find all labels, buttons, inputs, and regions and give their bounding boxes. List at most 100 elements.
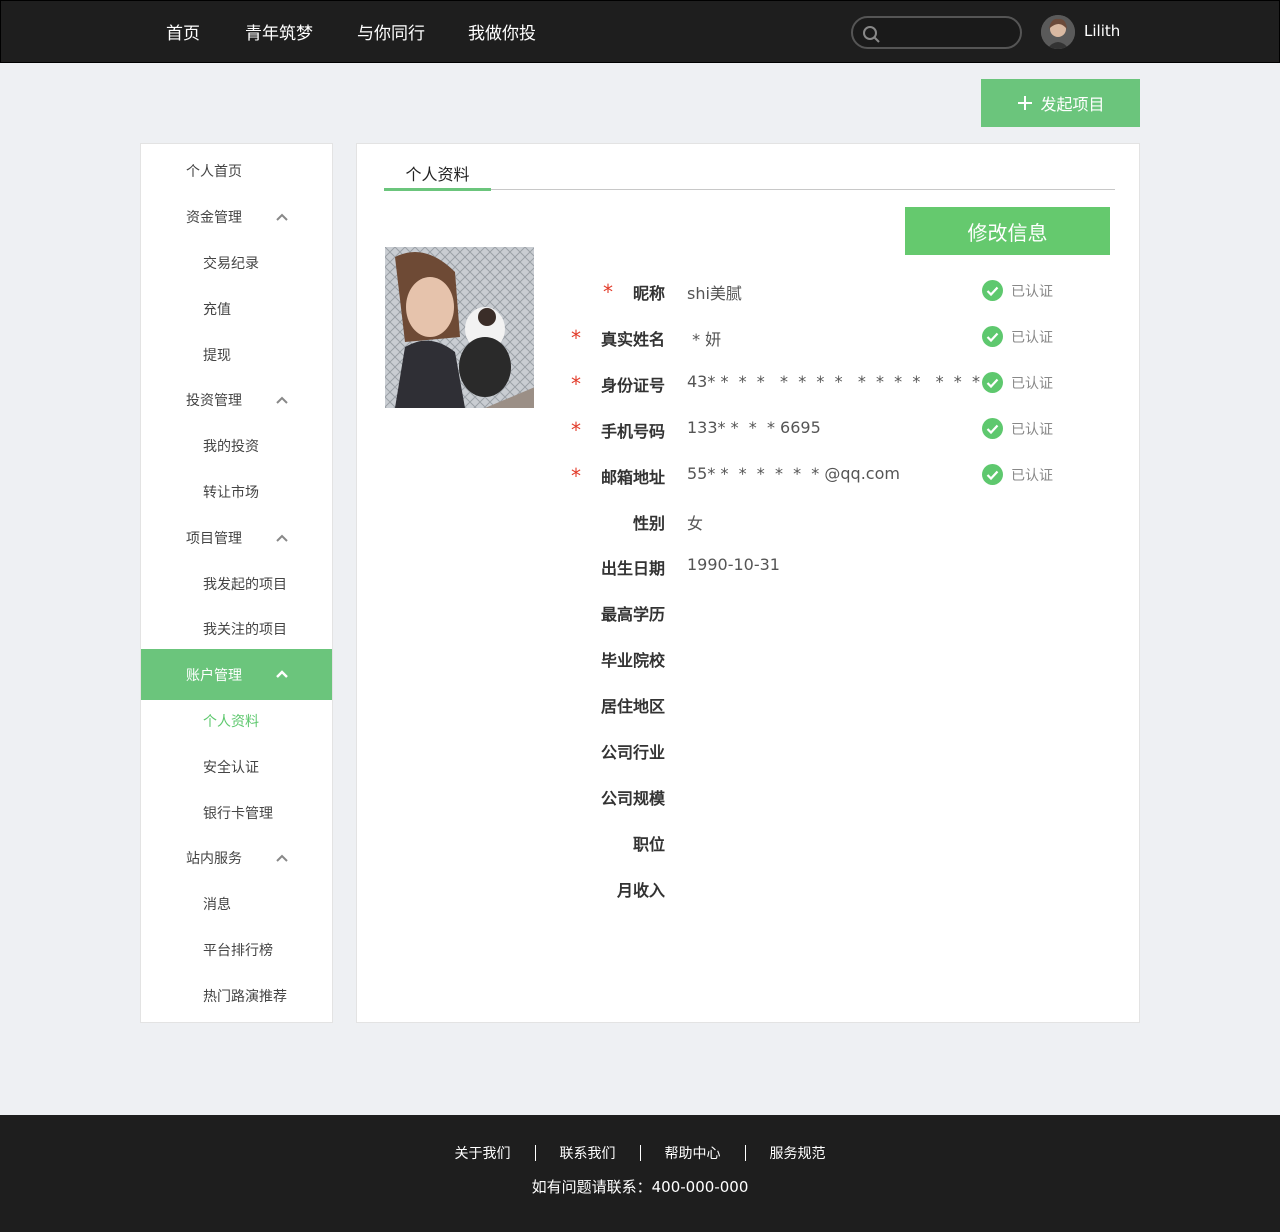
sidebar-item-label: 投资管理 [186,393,242,409]
sidebar-item-security-auth[interactable]: 安全认证 [141,744,332,790]
sidebar-item-label: 转让市场 [203,485,259,501]
profile-field-row: * 手机号码 133* * * * 6695 已认证 [557,414,1117,444]
sidebar-item-label: 个人资料 [203,714,259,730]
profile-field-row: * 真实姓名 * 妍已认证 [557,322,1117,352]
sidebar-item-label: 我的投资 [203,439,259,455]
verified-label: 已认证 [1011,421,1053,438]
sidebar-item-label: 平台排行榜 [203,943,273,959]
profile-field-row: * 邮箱地址 55* * * * * * * @qq.com 已认证 [557,460,1117,490]
verified-label: 已认证 [1011,283,1053,300]
field-label: 居住地区 [600,697,665,716]
sidebar-item-label: 安全认证 [203,760,259,776]
sidebar-item-recharge[interactable]: 充值 [141,286,332,332]
field-value: 43* * * * * * * * * * * * * * * * [687,372,999,391]
sidebar-item-withdraw[interactable]: 提现 [141,332,332,378]
sidebar-item-personal-profile[interactable]: 个人资料 [141,698,332,744]
profile-field-row: * 昵称 shi美腻 已认证 [557,276,1117,306]
launch-project-button[interactable]: 发起项目 [981,79,1140,127]
profile-field-row: 公司行业 [557,735,1117,765]
sidebar-item-messages[interactable]: 消息 [141,881,332,927]
search-icon [863,26,880,43]
sidebar-item-leaderboard[interactable]: 平台排行榜 [141,927,332,973]
profile-field-row: 最高学历 [557,597,1117,627]
chevron-up-icon [276,854,288,862]
field-label: 真实姓名 [600,330,665,349]
field-label: 最高学历 [600,605,665,624]
field-label: 职位 [632,835,665,854]
chevron-up-icon [276,213,288,221]
launch-project-label: 发起项目 [1040,95,1105,114]
contact-info: 如有问题请联系：400-000-000 [531,1178,749,1196]
sidebar-item-personal-home[interactable]: 个人首页 [141,148,332,194]
check-circle-icon [982,372,1003,393]
field-value: 55* * * * * * * @qq.com [687,464,900,483]
profile-field-row: 居住地区 [557,689,1117,719]
nav-home[interactable]: 首页 [166,19,200,44]
sidebar-item-label: 个人首页 [186,164,242,180]
sidebar-item-transactions[interactable]: 交易纪录 [141,240,332,286]
profile-field-row: 毕业院校 [557,643,1117,673]
field-label: 昵称 [632,284,665,303]
footer: 关于我们 联系我们 帮助中心 服务规范 如有问题请联系：400-000-000 [0,1115,1280,1232]
sidebar-item-label: 提现 [203,348,231,364]
sidebar-item-my-launched-projects[interactable]: 我发起的项目 [141,561,332,607]
edit-info-button[interactable]: 修改信息 [905,207,1110,255]
chevron-up-icon [276,396,288,404]
avatar[interactable] [1041,15,1075,49]
field-value: * 妍 [687,330,722,349]
nav-walk-with-you[interactable]: 与你同行 [357,19,425,44]
sidebar-item-transfer-market[interactable]: 转让市场 [141,469,332,515]
profile-field-row: * 身份证号 43* * * * * * * * * * * * * * * * 已认… [557,368,1117,398]
verified-label: 已认证 [1011,329,1053,346]
verified-badge: 已认证 [982,326,1053,347]
check-circle-icon [982,464,1003,485]
sidebar-item-bank-cards[interactable]: 银行卡管理 [141,790,332,836]
profile-field-row: 性别 女 [557,506,1117,536]
field-label: 出生日期 [600,559,665,578]
footer-link-about[interactable]: 关于我们 [431,1143,535,1163]
sidebar-item-label: 消息 [203,897,231,913]
sidebar-item-label: 我关注的项目 [203,622,287,638]
nav-youth-dream[interactable]: 青年筑梦 [245,19,313,44]
sidebar-item-my-followed-projects[interactable]: 我关注的项目 [141,606,332,652]
sidebar-item-label: 站内服务 [186,851,242,867]
profile-field-row: 职位 [557,827,1117,857]
sidebar-item-my-investments[interactable]: 我的投资 [141,423,332,469]
sidebar-item-label: 银行卡管理 [203,806,273,822]
field-label: 身份证号 [600,376,665,395]
check-circle-icon [982,326,1003,347]
sidebar-item-account-management[interactable]: 账户管理 [141,649,332,700]
field-value: 女 [687,514,704,533]
field-label: 性别 [632,514,665,533]
search-input[interactable] [851,16,1022,49]
check-circle-icon [982,418,1003,439]
sidebar-item-label: 充值 [203,302,231,318]
user-name[interactable]: Lilith [1084,22,1120,40]
sidebar-item-fund-management[interactable]: 资金管理 [141,194,332,240]
sidebar-item-investment-management[interactable]: 投资管理 [141,377,332,423]
field-value: shi美腻 [687,284,742,303]
field-label: 邮箱地址 [600,468,665,487]
footer-link-contact[interactable]: 联系我们 [536,1143,640,1163]
sidebar-item-label: 热门路演推荐 [203,989,287,1005]
verified-label: 已认证 [1011,467,1053,484]
sidebar-item-hot-roadshows[interactable]: 热门路演推荐 [141,973,332,1019]
profile-panel: 个人资料 修改信息 * 昵称 shi美腻 已认证 * 真实姓名 * 妍已认证 * 身份证号 43… [356,143,1140,1023]
footer-link-help[interactable]: 帮助中心 [641,1143,745,1163]
sidebar-item-project-management[interactable]: 项目管理 [141,515,332,561]
verified-badge: 已认证 [982,280,1053,301]
plus-icon [1018,96,1033,110]
tab-personal-profile[interactable]: 个人资料 [384,161,491,191]
field-value: 133* * * * 6695 [687,418,821,437]
top-navigation-bar: 首页 青年筑梦 与你同行 我做你投 Lilith [0,0,1280,63]
field-label: 月收入 [616,881,665,900]
verified-badge: 已认证 [982,418,1053,439]
footer-link-terms[interactable]: 服务规范 [746,1143,850,1163]
verified-badge: 已认证 [982,372,1053,393]
sidebar-item-label: 资金管理 [186,210,242,226]
nav-i-do-you-invest[interactable]: 我做你投 [468,19,536,44]
field-label: 公司行业 [600,743,665,762]
sidebar-item-site-services[interactable]: 站内服务 [141,835,332,881]
field-value: 1990-10-31 [687,555,780,574]
sidebar-item-label: 交易纪录 [203,256,259,272]
